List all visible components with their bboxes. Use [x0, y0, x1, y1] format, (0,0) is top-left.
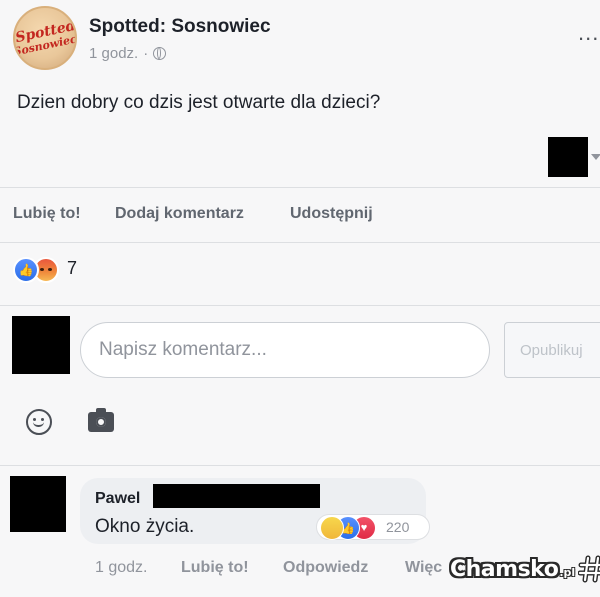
globe-icon: [153, 47, 167, 60]
watermark-name: Chamsko: [450, 556, 559, 582]
watermark-tld: .pl: [559, 565, 576, 579]
comment-button[interactable]: Dodaj komentarz: [115, 205, 244, 223]
reaction-count[interactable]: 7: [67, 258, 77, 279]
emoji-icon[interactable]: [26, 409, 52, 435]
hashtag-icon: [578, 555, 600, 583]
like-button[interactable]: Lubię to!: [13, 205, 81, 223]
post-time[interactable]: 1 godz.: [89, 45, 138, 62]
divider: [0, 187, 600, 188]
user-avatar: [12, 316, 70, 374]
comment-input-placeholder: Napisz komentarz...: [99, 339, 267, 360]
divider: [0, 242, 600, 243]
haha-icon: [320, 516, 344, 540]
redacted-name: [153, 484, 320, 508]
comment-time[interactable]: 1 godz.: [95, 559, 147, 577]
comment-like-button[interactable]: Lubię to!: [181, 559, 249, 577]
commenter-avatar[interactable]: [10, 476, 66, 532]
watermark: Chamsko .pl: [450, 554, 600, 584]
page-name-link[interactable]: Spotted: Sosnowiec: [89, 16, 271, 38]
page-logo[interactable]: Spotted Sosnowiec: [13, 6, 77, 70]
comment-more-link[interactable]: Więc: [405, 559, 442, 577]
share-button[interactable]: Udostępnij: [290, 205, 373, 223]
divider: [0, 465, 600, 466]
divider: [0, 305, 600, 306]
post-text: Dzien dobry co dzis jest otwarte dla dzi…: [17, 92, 381, 113]
comment-input[interactable]: Napisz komentarz...: [80, 322, 490, 378]
comment-reply-button[interactable]: Odpowiedz: [283, 559, 368, 577]
comment-author[interactable]: Pawel: [95, 490, 140, 508]
publish-button[interactable]: Opublikuj: [504, 322, 600, 378]
like-reaction-icon[interactable]: 👍: [13, 257, 39, 283]
chevron-down-icon[interactable]: [591, 154, 600, 160]
post-meta: 1 godz. ·: [89, 45, 167, 62]
camera-icon[interactable]: [88, 408, 114, 432]
more-options-icon[interactable]: ...: [578, 20, 599, 46]
comment-text: Okno życia.: [95, 516, 195, 537]
redacted-avatar: [548, 137, 588, 177]
comment-reaction-count[interactable]: 220: [386, 519, 409, 535]
meta-separator: ·: [143, 45, 149, 62]
